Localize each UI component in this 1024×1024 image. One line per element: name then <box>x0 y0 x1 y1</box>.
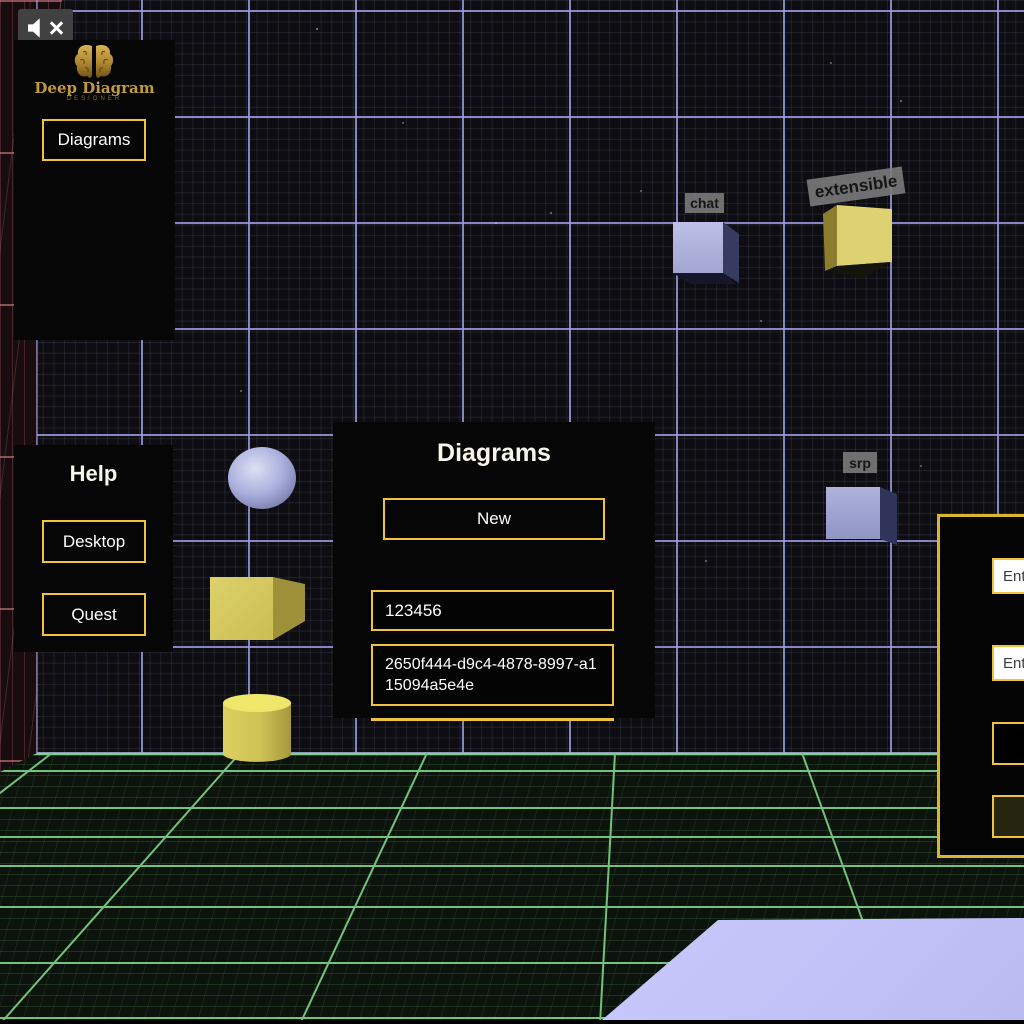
diagram-id-field[interactable]: 2650f444-d9c4-4878-8997-a115094a5e4e <box>371 644 614 706</box>
right-panel-input-2[interactable]: Ente <box>992 645 1024 681</box>
quest-help-button[interactable]: Quest <box>42 593 146 636</box>
vr-scene: chat extensible srp Deep Diagram DESIGNE… <box>0 0 1024 1024</box>
floor-edge <box>0 1020 1024 1024</box>
srp-label[interactable]: srp <box>843 452 877 473</box>
diagrams-panel-title: Diagrams <box>333 439 655 468</box>
right-panel-input-1[interactable]: Ente <box>992 558 1024 594</box>
right-panel: Ente Ente <box>937 514 1024 858</box>
mute-x-icon <box>48 20 64 36</box>
diagrams-panel: Diagrams New 123456 2650f444-d9c4-4878-8… <box>333 422 655 718</box>
brain-logo-icon <box>72 43 116 81</box>
diagram-code-field[interactable]: 123456 <box>371 590 614 631</box>
help-panel: Help Desktop Quest <box>14 445 173 652</box>
desktop-help-button[interactable]: Desktop <box>42 520 146 563</box>
brand-panel: Deep Diagram DESIGNER Diagrams <box>14 40 175 340</box>
brand-title: Deep Diagram <box>14 79 175 97</box>
diagrams-button[interactable]: Diagrams <box>42 119 146 161</box>
right-panel-olive-button[interactable] <box>992 795 1024 838</box>
clipped-field-edge <box>371 718 614 721</box>
chat-label[interactable]: chat <box>685 193 724 213</box>
brand-subtitle: DESIGNER <box>14 96 175 102</box>
new-diagram-button[interactable]: New <box>383 498 605 540</box>
speaker-muted-icon <box>28 18 45 38</box>
right-panel-dark-button[interactable] <box>992 722 1024 765</box>
help-title: Help <box>14 461 173 487</box>
